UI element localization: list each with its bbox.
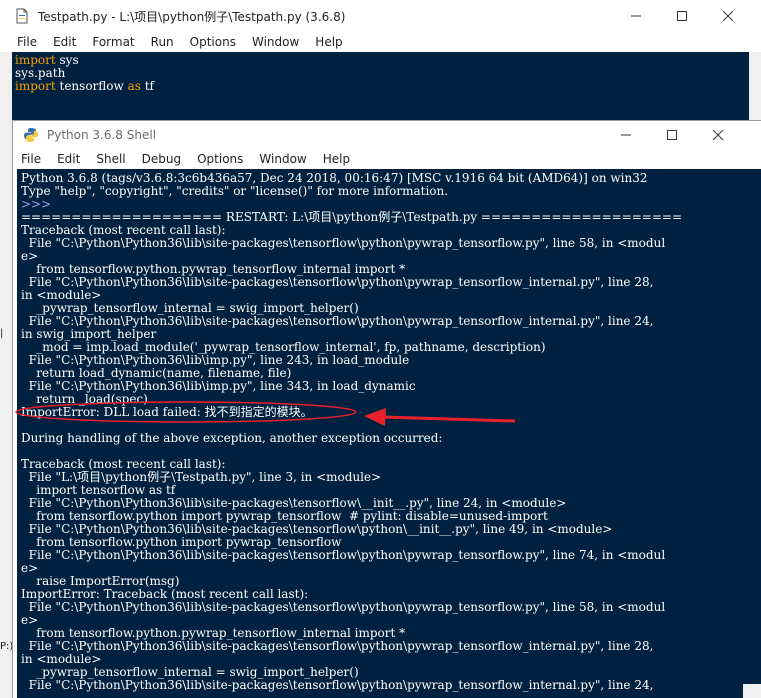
console-line: File "C:\Python\Python36\lib\site-packag… (21, 275, 654, 289)
close-icon (722, 10, 734, 22)
code-line: import sys (15, 53, 79, 67)
editor-menu-window[interactable]: Window (244, 35, 307, 49)
editor-menu-file[interactable]: File (0, 35, 45, 49)
editor-menu-help[interactable]: Help (307, 35, 350, 49)
maximize-icon (677, 11, 687, 21)
console-line: ImportError: DLL load failed: 找不到指定的模块。 (21, 405, 313, 419)
maximize-button[interactable] (649, 121, 695, 149)
maximize-icon (667, 130, 677, 140)
shell-menu-edit[interactable]: Edit (49, 152, 88, 166)
console-line: File "C:\Python\Python36\lib\site-packag… (21, 678, 654, 692)
code-line: import tensorflow as tf (15, 79, 154, 93)
editor-menu-options[interactable]: Options (182, 35, 244, 49)
shell-menu-file[interactable]: File (13, 152, 49, 166)
editor-window-title: Testpath.py - L:\项目\python例子\Testpath.py… (38, 9, 346, 24)
editor-titlebar[interactable]: Testpath.py - L:\项目\python例子\Testpath.py… (0, 0, 761, 32)
minimize-icon (631, 15, 641, 17)
maximize-button[interactable] (659, 0, 705, 32)
console-line: File "C:\Python\Python36\lib\site-packag… (21, 236, 666, 250)
python-shell-icon (24, 128, 38, 142)
scroll-corner (743, 684, 761, 698)
editor-menubar: File Edit Format Run Options Window Help (0, 32, 761, 52)
editor-menu-format[interactable]: Format (84, 35, 142, 49)
shell-menubar: File Edit Shell Debug Options Window Hel… (13, 149, 761, 169)
editor-menu-edit[interactable]: Edit (45, 35, 84, 49)
left-fragment: | (0, 328, 4, 339)
shell-menu-help[interactable]: Help (315, 152, 358, 166)
shell-menu-shell[interactable]: Shell (88, 152, 133, 166)
editor-code-area[interactable]: import sys sys.path import tensorflow as… (12, 52, 749, 120)
console-line: During handling of the above exception, … (21, 431, 443, 445)
shell-titlebar[interactable]: Python 3.6.8 Shell (13, 121, 761, 149)
close-icon (712, 129, 724, 141)
console-output: Python 3.6.8 (tags/v3.6.8:3c6b436a57, De… (21, 172, 761, 692)
shell-menu-window[interactable]: Window (251, 152, 314, 166)
shell-window-title: Python 3.6.8 Shell (47, 128, 157, 142)
shell-window-controls (603, 121, 741, 149)
console-line: Type "help", "copyright", "credits" or "… (21, 184, 449, 198)
console-line: File "C:\Python\Python36\lib\site-packag… (21, 639, 654, 653)
console-line: File "C:\Python\Python36\lib\site-packag… (21, 548, 666, 562)
shell-menu-debug[interactable]: Debug (134, 152, 189, 166)
python-file-icon (16, 8, 28, 24)
shell-console[interactable]: Python 3.6.8 (tags/v3.6.8:3c6b436a57, De… (17, 169, 761, 698)
minimize-button[interactable] (603, 121, 649, 149)
shell-window: Python 3.6.8 Shell File Edit Shell Debug… (12, 120, 761, 698)
left-gutter (0, 120, 12, 698)
minimize-button[interactable] (613, 0, 659, 32)
close-button[interactable] (705, 0, 751, 32)
editor-menu-run[interactable]: Run (143, 35, 182, 49)
shell-menu-options[interactable]: Options (189, 152, 251, 166)
minimize-icon (621, 134, 631, 136)
console-line: File "C:\Python\Python36\lib\site-packag… (21, 600, 666, 614)
close-button[interactable] (695, 121, 741, 149)
editor-window-controls (613, 0, 751, 32)
